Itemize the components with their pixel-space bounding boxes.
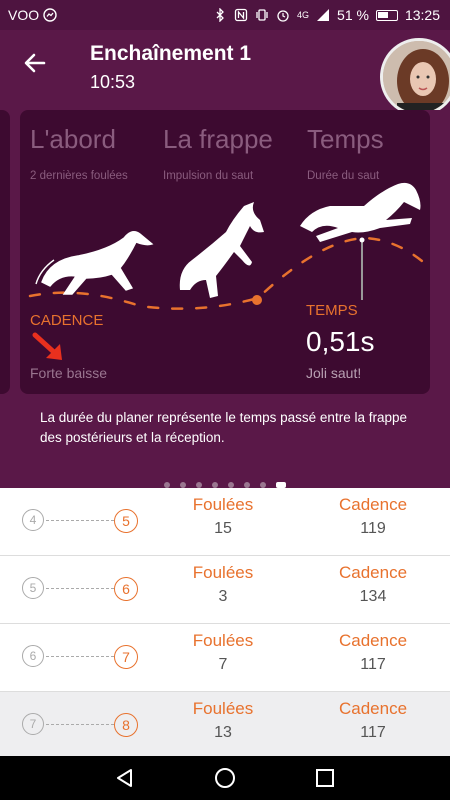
horse-flight-icon — [300, 182, 421, 242]
cadence-value: 117 — [360, 656, 386, 673]
carrier-label: VOO — [8, 7, 40, 23]
battery-icon — [375, 9, 398, 21]
foulees-value: 3 — [218, 588, 228, 605]
foulees-label: Foulées — [192, 631, 254, 650]
column-title-frappe: La frappe — [163, 124, 273, 154]
list-item[interactable]: 5 6 Foulées 3 Cadence 134 — [0, 556, 450, 624]
obstacle-to: 8 — [114, 713, 138, 737]
foulees-label: Foulées — [192, 699, 254, 718]
temps-value: 0,51s — [306, 326, 375, 357]
nav-home-icon[interactable] — [213, 766, 237, 790]
bluetooth-icon — [216, 8, 224, 22]
foulees-label: Foulées — [192, 495, 254, 514]
cadence-status: Forte baisse — [30, 365, 108, 381]
temps-comment: Joli saut! — [306, 365, 362, 381]
list-item[interactable]: 4 5 Foulées 15 Cadence 119 — [0, 488, 450, 556]
page-title: Enchaînement 1 — [90, 42, 252, 65]
card-description: La durée du planer représente le temps p… — [40, 410, 407, 445]
column-title-temps: Temps — [307, 124, 384, 154]
cadence-value: 134 — [359, 588, 387, 605]
cadence-value: 117 — [360, 724, 386, 741]
back-arrow-icon[interactable] — [22, 50, 48, 76]
app-header: Enchaînement 1 10:53 — [0, 30, 450, 116]
obstacle-to: 5 — [114, 509, 138, 533]
avatar-portrait — [383, 41, 450, 113]
cadence-label: CADENCE — [30, 312, 104, 329]
obstacle-from: 6 — [22, 645, 44, 667]
page-subtitle: 10:53 — [90, 72, 136, 92]
vibrate-icon — [256, 9, 268, 21]
list-item[interactable]: 6 7 Foulées 7 Cadence 117 — [0, 624, 450, 692]
messenger-icon — [43, 8, 57, 22]
foulees-label: Foulées — [192, 563, 254, 582]
connector-line — [46, 656, 114, 657]
list-item-selected[interactable]: 7 8 Foulées 13 Cadence 117 — [0, 692, 450, 760]
horse-takeoff-icon — [179, 202, 264, 298]
signal-icon — [317, 9, 330, 21]
column-sub-abord: 2 dernières foulées — [30, 170, 128, 182]
foulees-value: 13 — [214, 724, 232, 741]
avatar[interactable] — [380, 38, 450, 116]
horse-approach-icon — [35, 231, 154, 295]
battery-percent: 51 % — [337, 7, 369, 23]
network-type: 4G — [297, 9, 310, 20]
obstacle-to: 7 — [114, 645, 138, 669]
previous-card-edge[interactable] — [0, 110, 10, 394]
cadence-label: Cadence — [338, 563, 408, 582]
temps-label: TEMPS — [306, 302, 358, 319]
alarm-icon — [277, 10, 289, 22]
obstacle-from: 4 — [22, 509, 44, 531]
obstacle-from: 7 — [22, 713, 44, 735]
clock: 13:25 — [404, 7, 440, 23]
segment-list[interactable]: 4 5 Foulées 15 Cadence 119 5 6 Foulées 3… — [0, 488, 450, 760]
nav-back-icon[interactable] — [113, 766, 137, 790]
connector-line — [46, 588, 114, 589]
status-bar: VOO 4G 51 % 13:25 — [0, 0, 450, 30]
column-sub-temps: Durée du saut — [307, 170, 380, 182]
trend-down-arrow-icon — [32, 332, 62, 360]
column-sub-frappe: Impulsion du saut — [163, 170, 254, 182]
cadence-label: Cadence — [338, 631, 408, 650]
connector-line — [46, 724, 114, 725]
connector-line — [46, 520, 114, 521]
frappe-point — [252, 295, 262, 305]
nav-recents-icon[interactable] — [313, 766, 337, 790]
column-title-abord: L'abord — [30, 124, 116, 154]
system-nav-bar — [0, 756, 450, 800]
cadence-label: Cadence — [338, 699, 408, 718]
foulees-value: 15 — [214, 520, 232, 537]
cadence-label: Cadence — [338, 495, 408, 514]
obstacle-to: 6 — [114, 577, 138, 601]
foulees-value: 7 — [218, 656, 228, 673]
nfc-icon — [234, 8, 248, 22]
jump-analysis-card: L'abord 2 dernières foulées La frappe Im… — [20, 110, 430, 394]
cadence-value: 119 — [360, 520, 386, 537]
obstacle-from: 5 — [22, 577, 44, 599]
jump-carousel[interactable]: L'abord 2 dernières foulées La frappe Im… — [0, 110, 450, 500]
